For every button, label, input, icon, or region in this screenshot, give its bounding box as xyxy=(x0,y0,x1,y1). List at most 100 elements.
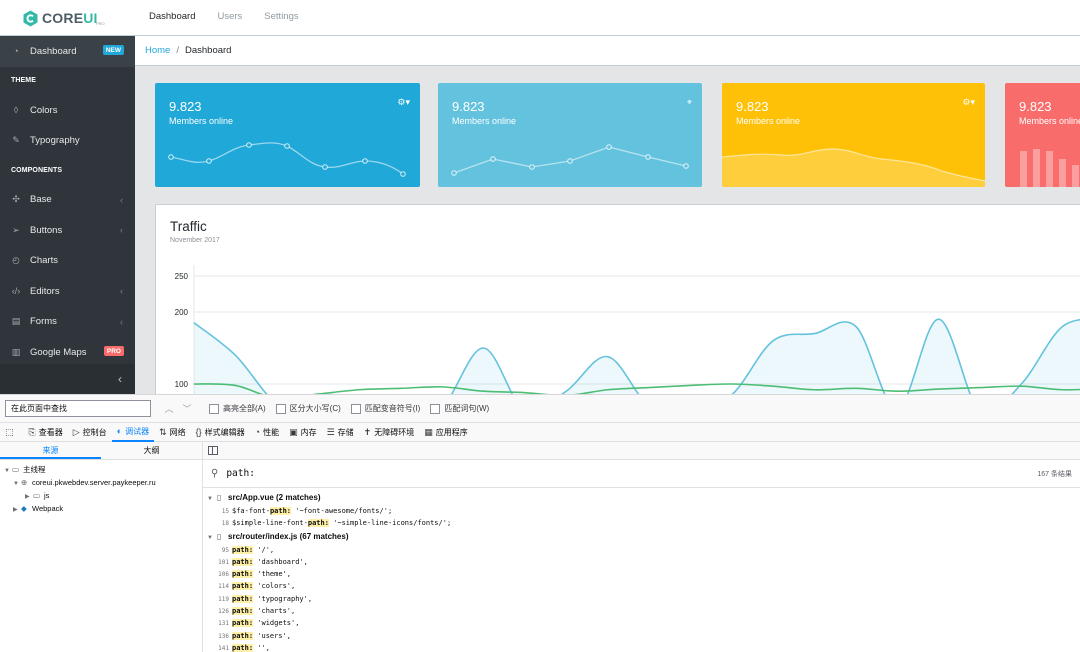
match-case-checkbox[interactable]: 区分大小写(C) xyxy=(275,403,341,414)
find-next-button[interactable]: ﹀ xyxy=(179,402,195,415)
tab-console[interactable]: ▷ 控制台 xyxy=(68,423,112,442)
sidebar-item-typography[interactable]: ✎ Typography xyxy=(0,126,135,157)
y-tick-label: 100 xyxy=(175,380,189,389)
window-icon: ▭ xyxy=(12,465,20,474)
tab-outline[interactable]: 大纲 xyxy=(101,442,202,459)
card-label: Members online xyxy=(169,116,234,126)
result-match-row[interactable]: 18 $simple-line-font-path: '~simple-line-… xyxy=(203,517,1080,529)
result-match-row[interactable]: 114 path: 'colors', xyxy=(203,580,1080,592)
tab-performance[interactable]: ◔ 性能 xyxy=(250,423,284,442)
file-icon: ▯ xyxy=(217,531,222,541)
tab-accessibility[interactable]: ✝ 无障碍环境 xyxy=(359,423,420,442)
puzzle-icon: ✣ xyxy=(12,194,20,205)
result-match-row[interactable]: 101 path: 'dashboard', xyxy=(203,556,1080,568)
card-label: Members online xyxy=(1019,116,1080,126)
checkbox-box[interactable] xyxy=(430,403,441,414)
result-match-row[interactable]: 106 path: 'theme', xyxy=(203,568,1080,580)
result-match-row[interactable]: 136 path: 'users', xyxy=(203,630,1080,642)
y-tick-label: 250 xyxy=(175,272,189,281)
tab-storage[interactable]: ☰ 存储 xyxy=(322,423,359,442)
match-diacritics-checkbox[interactable]: 匹配变音符号(I) xyxy=(350,403,420,414)
find-previous-button[interactable]: ︿ xyxy=(161,402,177,415)
new-badge: NEW xyxy=(102,45,124,55)
pie-chart-icon: ◴ xyxy=(12,255,20,266)
tree-item-host[interactable]: ▼ ⊕ coreui.pkwebdev.server.paykeeper.ru xyxy=(0,476,202,489)
sidebar-item-google-maps[interactable]: ▥ Google Maps PRO xyxy=(0,337,135,368)
card-value: 9.823 xyxy=(169,99,202,114)
logo-pro-label: PRO xyxy=(96,21,105,26)
checkbox-box[interactable] xyxy=(350,403,361,414)
tree-item-main-thread[interactable]: ▼ ▭ 主线程 xyxy=(0,463,202,476)
checkbox-box[interactable] xyxy=(275,403,286,414)
tab-style-editor[interactable]: {} 样式编辑器 xyxy=(191,423,250,442)
tab-application[interactable]: ▦ 应用程序 xyxy=(419,423,473,442)
breadcrumb-home-link[interactable]: Home xyxy=(145,45,170,56)
sidebar-item-charts[interactable]: ◴ Charts xyxy=(0,246,135,277)
card-sparkline xyxy=(168,142,406,177)
tab-network[interactable]: ⇅ 网络 xyxy=(154,423,191,442)
nav-dashboard[interactable]: Dashboard xyxy=(149,11,195,22)
sidebar-item-label: Forms xyxy=(30,316,57,328)
gear-dropdown-icon[interactable]: ⚙▾ xyxy=(962,97,975,108)
gear-dropdown-icon[interactable]: ⚙▾ xyxy=(397,97,410,108)
sidebar-item-colors[interactable]: ◊ Colors xyxy=(0,95,135,126)
highlight-all-checkbox[interactable]: 高亮全部(A) xyxy=(209,403,266,414)
location-pin-icon[interactable]: ⌖ xyxy=(687,97,692,108)
result-match-row[interactable]: 119 path: 'typography', xyxy=(203,593,1080,605)
traffic-card: Traffic November 2017 100 200 250 xyxy=(155,204,1080,404)
coreui-logo[interactable]: COREUI PRO xyxy=(22,7,105,29)
checkbox-box[interactable] xyxy=(209,403,219,414)
cursor-icon: ➢ xyxy=(12,224,20,235)
y-tick-label: 200 xyxy=(175,308,189,317)
search-results-pane: ⚲ path: 167 条结果 ▼ ▯ src/App.vue (2 matches… xyxy=(203,442,1080,652)
inspector-icon: ⎘ xyxy=(28,426,36,437)
tab-debugger[interactable]: ◐ 调试器 xyxy=(111,423,155,442)
sidebar-item-dashboard[interactable]: ◔ Dashboard NEW xyxy=(0,36,135,67)
tab-memory[interactable]: ▣ 内存 xyxy=(284,423,322,442)
tab-inspector[interactable]: ⎘ 查看器 xyxy=(24,423,68,442)
pick-element-icon: ⬚ xyxy=(5,426,14,437)
sidebar-item-editors[interactable]: ‹/› Editors ‹ xyxy=(0,276,135,307)
result-file-row[interactable]: ▼ ▯ src/App.vue (2 matches) xyxy=(203,491,1080,505)
globe-icon: ⊕ xyxy=(21,478,28,487)
result-file-row[interactable]: ▼ ▯ src/router/index.js (67 matches) xyxy=(203,530,1080,544)
devtools-toolbar: ⬚ ⎘ 查看器 ▷ 控制台 ◐ 调试器 ⇅ 网络 {} 样式编辑器 ◔ 性能 ▣ 内存 ☰ 存储… xyxy=(0,423,1080,442)
chevron-left-icon: ‹ xyxy=(120,225,123,236)
network-icon: ⇅ xyxy=(159,426,167,437)
sidebar-item-buttons[interactable]: ➢ Buttons ‹ xyxy=(0,215,135,246)
card-value: 9.823 xyxy=(1019,99,1052,114)
card-bar-sparkline xyxy=(1020,149,1079,187)
result-match-row[interactable]: 131 path: 'widgets', xyxy=(203,617,1080,629)
result-match-row[interactable]: 126 path: 'charts', xyxy=(203,605,1080,617)
sidebar-item-label: Colors xyxy=(30,104,58,116)
search-input[interactable]: path: xyxy=(226,468,255,479)
nav-settings[interactable]: Settings xyxy=(264,11,298,22)
find-bar: ︿ ﹀ 高亮全部(A) 区分大小写(C) 匹配变音符号(I) 匹配词句(W) xyxy=(0,395,1080,423)
tab-sources[interactable]: 来源 xyxy=(0,442,101,459)
nav-users[interactable]: Users xyxy=(217,11,242,22)
accessibility-icon: ✝ xyxy=(363,426,372,437)
stat-card: 9.823 Members online xyxy=(1005,83,1080,187)
result-match-row[interactable]: 95 path: '/', xyxy=(203,544,1080,556)
memory-icon: ▣ xyxy=(289,426,298,437)
element-picker-button[interactable]: ⬚ xyxy=(0,423,24,442)
sidebar-item-forms[interactable]: ▤ Forms ‹ xyxy=(0,307,135,338)
sidebar-minimizer-button[interactable]: ‹ xyxy=(0,364,135,394)
toggle-sidebar-icon[interactable] xyxy=(208,446,218,455)
tree-item-js-folder[interactable]: ▶ ▭ js xyxy=(0,489,202,502)
chevron-left-icon: ‹ xyxy=(118,372,122,386)
result-match-row[interactable]: 141 path: '', xyxy=(203,642,1080,652)
speedometer-icon: ◔ xyxy=(13,46,19,57)
sidebar-item-label: Editors xyxy=(30,285,60,297)
collapsed-arrow-icon: ▶ xyxy=(13,507,18,513)
sidebar-item-base[interactable]: ✣ Base ‹ xyxy=(0,185,135,216)
sidebar-item-label: Google Maps xyxy=(30,346,87,358)
whole-words-checkbox[interactable]: 匹配词句(W) xyxy=(430,403,489,414)
tree-item-webpack[interactable]: ▶ ◆ Webpack xyxy=(0,502,202,515)
sidebar-item-label: Base xyxy=(30,194,52,206)
find-input[interactable] xyxy=(5,400,151,417)
top-nav: Dashboard Users Settings xyxy=(149,11,299,22)
result-match-row[interactable]: 15 $fa-font-path: '~font-awesome/fonts/'; xyxy=(203,505,1080,517)
app-root: COREUI PRO Dashboard Users Settings ◔ Da… xyxy=(0,0,1080,652)
chevron-left-icon: ‹ xyxy=(120,286,123,297)
